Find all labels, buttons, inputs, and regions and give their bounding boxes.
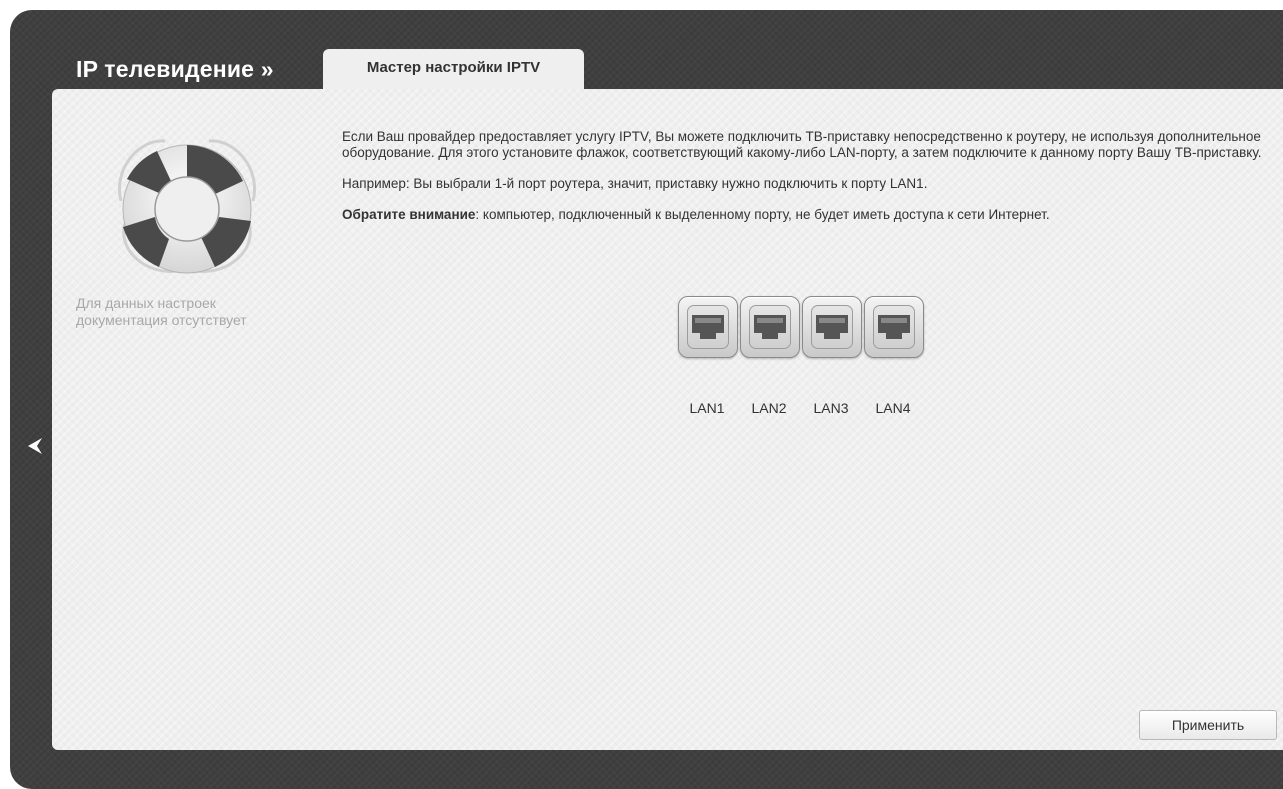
ethernet-port-icon <box>754 315 786 339</box>
app-frame: IP телевидение » Мастер настройки IPTV Д… <box>10 10 1283 789</box>
lan2-port-toggle[interactable] <box>740 296 800 358</box>
help-text: Для данных настроек документация отсутст… <box>76 295 247 328</box>
lan3-label: LAN3 <box>813 400 849 416</box>
ethernet-port-icon <box>878 315 910 339</box>
intro-text: Если Ваш провайдер предоставляет услугу … <box>342 129 1262 160</box>
lan1-port-toggle[interactable] <box>678 296 738 358</box>
ethernet-port-icon <box>692 315 724 339</box>
lan-port-selector: LAN1 LAN2 LAN3 LAN4 <box>678 296 928 416</box>
lan4-label: LAN4 <box>875 400 911 416</box>
lifebuoy-icon <box>107 131 267 279</box>
example-text: Например: Вы выбрали 1-й порт роутера, з… <box>342 176 928 191</box>
note-body: : компьютер, подключенный к выделенному … <box>475 207 1050 222</box>
description: Если Ваш провайдер предоставляет услугу … <box>342 129 1262 238</box>
chevron-left-icon[interactable] <box>23 434 47 458</box>
note-label: Обратите внимание <box>342 207 476 222</box>
lan4-port-toggle[interactable] <box>864 296 924 358</box>
apply-button[interactable]: Применить <box>1139 710 1277 740</box>
section-title: IP телевидение » <box>76 56 274 82</box>
content-panel: Для данных настроек документация отсутст… <box>52 89 1283 750</box>
lan2-label: LAN2 <box>751 400 787 416</box>
note-text: Обратите внимание: компьютер, подключенн… <box>342 207 1262 223</box>
ethernet-port-icon <box>816 315 848 339</box>
lan1-label: LAN1 <box>689 400 725 416</box>
lan3-port-toggle[interactable] <box>802 296 862 358</box>
